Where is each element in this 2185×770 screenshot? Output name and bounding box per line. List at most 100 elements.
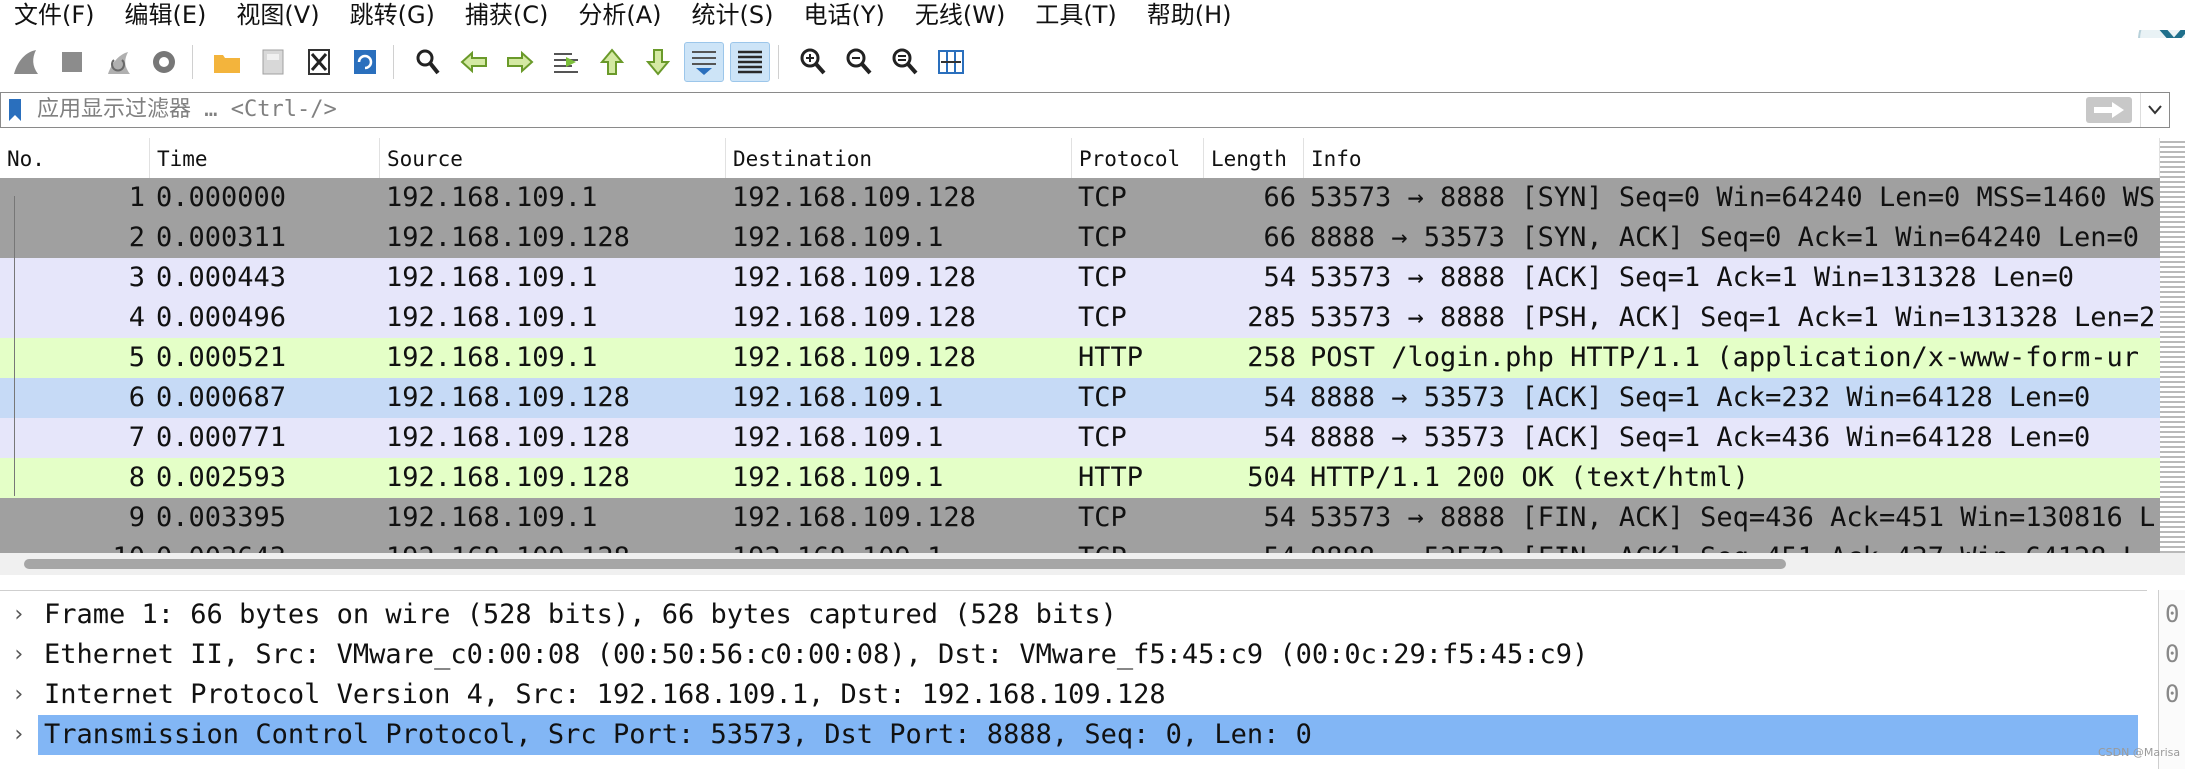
- packet-row[interactable]: 7 0.000771 192.168.109.128 192.168.109.1 TCP…: [0, 418, 2160, 458]
- menu-item-0[interactable]: 文件(F): [0, 0, 111, 30]
- packet-cell-proto: TCP: [1078, 502, 1127, 533]
- go-to-packet-button[interactable]: [546, 42, 586, 82]
- packet-details-pane: › Frame 1: 66 bytes on wire (528 bits), 6…: [0, 590, 2147, 770]
- zoom-in-button[interactable]: [793, 42, 833, 82]
- packet-cell-len: 66: [1263, 222, 1296, 253]
- go-first-button[interactable]: [592, 42, 632, 82]
- column-header-protocol[interactable]: Protocol: [1072, 138, 1204, 178]
- packet-cell-len: 54: [1263, 262, 1296, 293]
- detail-tree-item[interactable]: › Internet Protocol Version 4, Src: 192.1…: [0, 675, 2147, 715]
- packet-cell-src: 192.168.109.128: [386, 538, 726, 553]
- column-header-info[interactable]: Info: [1304, 138, 2160, 178]
- detail-tree-label: Frame 1: 66 bytes on wire (528 bits), 66…: [44, 599, 1117, 630]
- packet-cell-dst: 192.168.109.1: [732, 222, 944, 253]
- colorize-button[interactable]: [730, 42, 770, 82]
- packet-row[interactable]: 9 0.003395 192.168.109.1 192.168.109.128 TCP…: [0, 498, 2160, 538]
- packet-list[interactable]: No. Time Source Destination Protocol Length In…: [0, 138, 2160, 553]
- close-file-button[interactable]: [299, 42, 339, 82]
- zoom-in-icon: [800, 48, 826, 75]
- packet-cell-len: 285: [1247, 302, 1296, 333]
- packet-cell-no: 9: [128, 502, 145, 533]
- reload-icon: [354, 50, 376, 74]
- resize-columns-icon: [938, 50, 964, 74]
- go-back-button[interactable]: [454, 42, 494, 82]
- bytes-offset-text: 0: [2165, 600, 2180, 628]
- packet-cell-time: 0.000771: [156, 422, 287, 453]
- zoom-reset-button[interactable]: [885, 42, 925, 82]
- autoscroll-button[interactable]: [684, 42, 724, 82]
- display-filter-input[interactable]: 应用显示过滤器 … <Ctrl-/>: [29, 95, 2086, 125]
- chevron-right-icon[interactable]: ›: [12, 595, 25, 635]
- packet-row[interactable]: 3 0.000443 192.168.109.1 192.168.109.128 TCP…: [0, 258, 2160, 298]
- menu-item-10[interactable]: 帮助(H): [1133, 0, 1248, 30]
- go-last-button[interactable]: [638, 42, 678, 82]
- packet-cell-len: 504: [1247, 462, 1296, 493]
- chevron-down-icon: [2148, 105, 2162, 115]
- column-header-length[interactable]: Length: [1204, 138, 1304, 178]
- packet-row[interactable]: 1 0.000000 192.168.109.1 192.168.109.128 TCP…: [0, 178, 2160, 218]
- bytes-offset-text: 0: [2165, 680, 2180, 708]
- shark-fin-start-button[interactable]: [6, 42, 46, 82]
- packet-cell-time: 0.000311: [156, 222, 287, 253]
- autoscroll-icon: [692, 51, 716, 75]
- horizontal-scroll-thumb[interactable]: [24, 559, 1786, 569]
- menu-item-3[interactable]: 跳转(G): [336, 0, 451, 30]
- chevron-right-icon[interactable]: ›: [12, 675, 25, 715]
- packet-cell-dst: 192.168.109.1: [732, 422, 944, 453]
- column-header-source[interactable]: Source: [380, 138, 726, 178]
- zoom-reset-icon: [892, 48, 918, 75]
- detail-tree-item[interactable]: › Transmission Control Protocol, Src Port…: [0, 715, 2147, 755]
- packet-row[interactable]: 10 0.003643 192.168.109.128 192.168.109.1 TC…: [0, 538, 2160, 553]
- packet-cell-src: 192.168.109.1: [386, 182, 598, 213]
- packet-cell-src: 192.168.109.1: [386, 502, 598, 533]
- close-file-icon: [308, 49, 330, 75]
- menu-item-1[interactable]: 编辑(E): [111, 0, 223, 30]
- find-packet-button[interactable]: [408, 42, 448, 82]
- save-file-button[interactable]: [253, 42, 293, 82]
- reload-button[interactable]: [345, 42, 385, 82]
- filter-history-dropdown[interactable]: [2140, 93, 2169, 127]
- display-filter-bar: 应用显示过滤器 … <Ctrl-/>: [0, 92, 2170, 128]
- packet-cell-proto: TCP: [1078, 302, 1127, 333]
- menu-item-6[interactable]: 统计(S): [678, 0, 790, 30]
- capture-options-button[interactable]: [144, 42, 184, 82]
- zoom-out-button[interactable]: [839, 42, 879, 82]
- toolbar-separator: [778, 45, 779, 79]
- restart-icon: [108, 52, 130, 74]
- packet-row[interactable]: 5 0.000521 192.168.109.1 192.168.109.128 HTT…: [0, 338, 2160, 378]
- packet-cell-info: 53573 → 8888 [SYN] Seq=0 Win=64240 Len=0…: [1310, 182, 2156, 213]
- packet-cell-src: 192.168.109.1: [386, 302, 598, 333]
- chevron-right-icon[interactable]: ›: [12, 635, 25, 675]
- menu-item-8[interactable]: 无线(W): [901, 0, 1021, 30]
- packet-row[interactable]: 2 0.000311 192.168.109.128 192.168.109.1 TCP…: [0, 218, 2160, 258]
- column-header-no[interactable]: No.: [0, 138, 150, 178]
- packet-list-horizontal-scrollbar[interactable]: [0, 553, 2185, 575]
- packet-cell-time: 0.000443: [156, 262, 287, 293]
- detail-tree-item[interactable]: › Ethernet II, Src: VMware_c0:00:08 (00:5…: [0, 635, 2147, 675]
- menu-item-7[interactable]: 电话(Y): [790, 0, 901, 30]
- resize-columns-button[interactable]: [931, 42, 971, 82]
- packet-cell-src: 192.168.109.128: [386, 382, 630, 413]
- menu-item-4[interactable]: 捕获(C): [451, 0, 564, 30]
- menu-item-9[interactable]: 工具(T): [1021, 0, 1132, 30]
- conversation-bracket-line: [14, 196, 33, 496]
- column-header-destination[interactable]: Destination: [726, 138, 1072, 178]
- packet-bytes-pane[interactable]: 0 0 0: [2158, 590, 2185, 769]
- stop-button[interactable]: [52, 42, 92, 82]
- packet-row[interactable]: 8 0.002593 192.168.109.128 192.168.109.1 HTT…: [0, 458, 2160, 498]
- chevron-right-icon[interactable]: ›: [12, 715, 25, 755]
- column-header-time[interactable]: Time: [150, 138, 380, 178]
- menu-item-2[interactable]: 视图(V): [222, 0, 335, 30]
- packet-list-vertical-scrollbar[interactable]: [2160, 138, 2185, 553]
- packet-cell-proto: HTTP: [1078, 342, 1144, 373]
- menu-item-5[interactable]: 分析(A): [564, 0, 677, 30]
- apply-filter-button[interactable]: [2086, 97, 2132, 123]
- packet-cell-time: 0.000496: [156, 302, 287, 333]
- filter-bookmark-button[interactable]: [1, 93, 29, 127]
- go-forward-button[interactable]: [500, 42, 540, 82]
- packet-row[interactable]: 4 0.000496 192.168.109.1 192.168.109.128 TCP…: [0, 298, 2160, 338]
- packet-row[interactable]: 6 0.000687 192.168.109.128 192.168.109.1 TCP…: [0, 378, 2160, 418]
- open-folder-button[interactable]: [207, 42, 247, 82]
- restart-button[interactable]: [98, 42, 138, 82]
- detail-tree-item[interactable]: › Frame 1: 66 bytes on wire (528 bits), 6…: [0, 595, 2147, 635]
